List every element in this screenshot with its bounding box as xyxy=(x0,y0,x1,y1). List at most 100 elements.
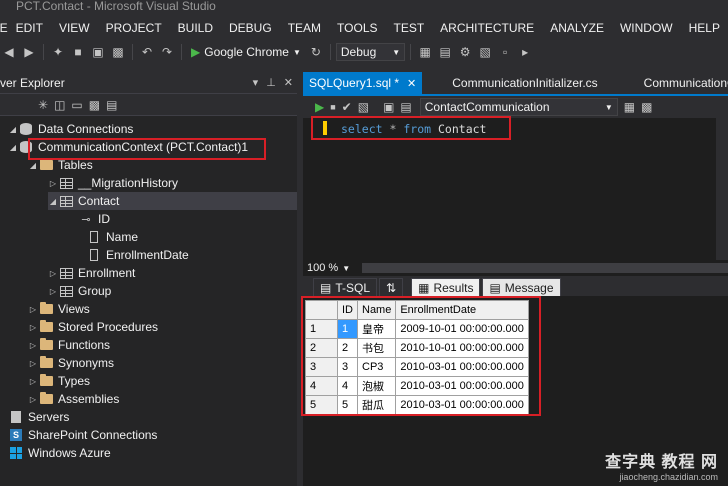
folder-icon xyxy=(39,356,53,368)
tree-item-label: Types xyxy=(58,374,91,388)
execute-icon[interactable]: ▶ xyxy=(315,100,324,114)
expand-arrow-icon[interactable]: ▷ xyxy=(28,305,38,314)
estimated-plan-icon[interactable]: ▧ xyxy=(358,100,369,114)
tree-item-contact[interactable]: ◢ Contact xyxy=(48,192,297,210)
tree-item-sharepoint[interactable]: S SharePoint Connections xyxy=(8,426,157,444)
more-icon[interactable]: ▸ xyxy=(516,43,534,61)
window-position-icon[interactable]: ▾ xyxy=(253,76,259,89)
open-file-icon[interactable]: ■ xyxy=(69,43,87,61)
menu-view[interactable]: VIEW xyxy=(51,16,98,40)
layout-icon[interactable]: ▫ xyxy=(496,43,514,61)
expand-arrow-icon[interactable]: ▷ xyxy=(28,377,38,386)
tree-item-group[interactable]: ▷ Group xyxy=(48,282,111,300)
menu-debug[interactable]: DEBUG xyxy=(221,16,280,40)
toolbox-icon[interactable]: ▧ xyxy=(476,43,494,61)
parse-icon[interactable]: ✔ xyxy=(342,100,352,114)
menu-window[interactable]: WINDOW xyxy=(612,16,681,40)
navigate-forward-icon[interactable]: ▶ xyxy=(20,43,38,61)
close-icon[interactable]: ✕ xyxy=(407,77,416,90)
server-explorer-toolbar: ✳ ◫ ▭ ▩ ▤ xyxy=(0,94,297,116)
close-icon[interactable]: ✕ xyxy=(284,76,293,89)
tab-toggle-panes[interactable]: ⇅ xyxy=(379,278,404,296)
expand-arrow-icon[interactable]: ▷ xyxy=(48,179,58,188)
tab-communication-initializer[interactable]: CommunicationInitializer.cs xyxy=(422,72,603,94)
tab-results[interactable]: ▦ Results xyxy=(411,278,481,296)
stop-icon[interactable]: ■ xyxy=(330,102,335,112)
tab-sqlquery1[interactable]: SQLQuery1.sql * ✕ xyxy=(303,72,423,94)
tree-item-views[interactable]: ▷ Views xyxy=(28,300,90,318)
chevron-down-icon[interactable]: ▼ xyxy=(342,264,350,273)
collapse-arrow-icon[interactable]: ◢ xyxy=(48,197,58,206)
column-icon xyxy=(90,249,98,261)
menu-tools[interactable]: TOOLS xyxy=(329,16,385,40)
disconnect-icon[interactable]: ▤ xyxy=(400,100,411,114)
collapse-arrow-icon[interactable]: ◢ xyxy=(28,161,38,170)
expand-arrow-icon[interactable]: ▷ xyxy=(48,269,58,278)
expand-arrow-icon[interactable]: ▷ xyxy=(28,323,38,332)
tree-item-servers[interactable]: Servers xyxy=(8,408,69,426)
connect-icon[interactable]: ▣ xyxy=(383,100,394,114)
chevron-down-icon: ▼ xyxy=(292,47,301,57)
connect-server-icon[interactable]: ▭ xyxy=(71,98,82,112)
pin-icon[interactable]: ⊥ xyxy=(266,76,276,89)
menu-architecture[interactable]: ARCHITECTURE xyxy=(432,16,542,40)
menu-edit[interactable]: EDIT xyxy=(8,16,51,40)
tree-item-windows-azure[interactable]: Windows Azure xyxy=(8,444,111,462)
main-toolbar: ◀ ▶ ✦ ■ ▣ ▩ ↶ ↷ ▶ Google Chrome ▼ ↻ Debu… xyxy=(0,40,728,64)
undo-icon[interactable]: ↶ xyxy=(138,43,156,61)
tree-item-column-enrollmentdate[interactable]: EnrollmentDate xyxy=(86,246,189,264)
server-icon xyxy=(11,411,21,423)
tree-item-types[interactable]: ▷ Types xyxy=(28,372,90,390)
expand-arrow-icon[interactable]: ▷ xyxy=(48,287,58,296)
connect-database-icon[interactable]: ◫ xyxy=(54,98,65,112)
tree-item-enrollment[interactable]: ▷ Enrollment xyxy=(48,264,135,282)
tab-message[interactable]: ▤ Message xyxy=(482,278,561,296)
redo-icon[interactable]: ↷ xyxy=(158,43,176,61)
menu-test[interactable]: TEST xyxy=(386,16,433,40)
refresh-icon[interactable]: ↻ xyxy=(307,43,325,61)
tree-item-assemblies[interactable]: ▷ Assemblies xyxy=(28,390,119,408)
menu-file[interactable]: FILE xyxy=(0,16,8,40)
results-to-grid-icon[interactable]: ▦ xyxy=(624,100,635,114)
menu-analyze[interactable]: ANALYZE xyxy=(542,16,612,40)
new-project-icon[interactable]: ✦ xyxy=(49,43,67,61)
key-icon: ⊸ xyxy=(81,213,91,226)
save-all-icon[interactable]: ▩ xyxy=(109,43,127,61)
tab-communicationc[interactable]: CommunicationC xyxy=(604,72,728,94)
tree-item-synonyms[interactable]: ▷ Synonyms xyxy=(28,354,114,372)
tree-item-migration-history[interactable]: ▷ __MigrationHistory xyxy=(48,174,178,192)
properties-icon[interactable]: ▤ xyxy=(106,98,117,112)
zoom-level[interactable]: 100 % xyxy=(307,262,338,274)
menu-team[interactable]: TEAM xyxy=(280,16,329,40)
folder-icon xyxy=(39,158,53,170)
collapse-arrow-icon[interactable]: ◢ xyxy=(8,125,18,134)
tree-item-stored-procedures[interactable]: ▷ Stored Procedures xyxy=(28,318,158,336)
menu-build[interactable]: BUILD xyxy=(170,16,221,40)
solution-explorer-icon[interactable]: ▤ xyxy=(436,43,454,61)
tree-item-data-connections[interactable]: ◢ Data Connections xyxy=(8,120,133,138)
navigate-back-icon[interactable]: ◀ xyxy=(0,43,18,61)
start-debugging-button[interactable]: ▶ Google Chrome ▼ xyxy=(187,45,305,59)
tree-item-column-id[interactable]: ⊸ ID xyxy=(78,210,110,228)
expand-arrow-icon[interactable]: ▷ xyxy=(28,395,38,404)
tree-item-column-name[interactable]: Name xyxy=(86,228,138,246)
sharepoint-icon[interactable]: ▩ xyxy=(89,98,100,112)
menu-help[interactable]: HELP xyxy=(681,16,728,40)
expand-arrow-icon[interactable]: ▷ xyxy=(28,341,38,350)
collapse-arrow-icon[interactable]: ◢ xyxy=(8,143,18,152)
more-icon[interactable]: ▩ xyxy=(641,100,652,114)
tree-item-label: Stored Procedures xyxy=(58,320,159,334)
chevron-down-icon: ▼ xyxy=(392,47,401,57)
configuration-select[interactable]: Debug ▼ xyxy=(335,43,406,61)
editor-horizontal-scrollbar[interactable] xyxy=(362,263,728,273)
find-in-files-icon[interactable]: ▦ xyxy=(416,43,434,61)
database-select[interactable]: ContactCommunication ▼ xyxy=(419,98,618,116)
menu-project[interactable]: PROJECT xyxy=(98,16,170,40)
tab-tsql[interactable]: ▤ T-SQL xyxy=(313,278,378,296)
properties-icon[interactable]: ⚙ xyxy=(456,43,474,61)
expand-arrow-icon[interactable]: ▷ xyxy=(28,359,38,368)
table-icon xyxy=(59,177,73,189)
tree-item-functions[interactable]: ▷ Functions xyxy=(28,336,110,354)
save-icon[interactable]: ▣ xyxy=(89,43,107,61)
refresh-icon[interactable]: ✳ xyxy=(38,98,48,112)
